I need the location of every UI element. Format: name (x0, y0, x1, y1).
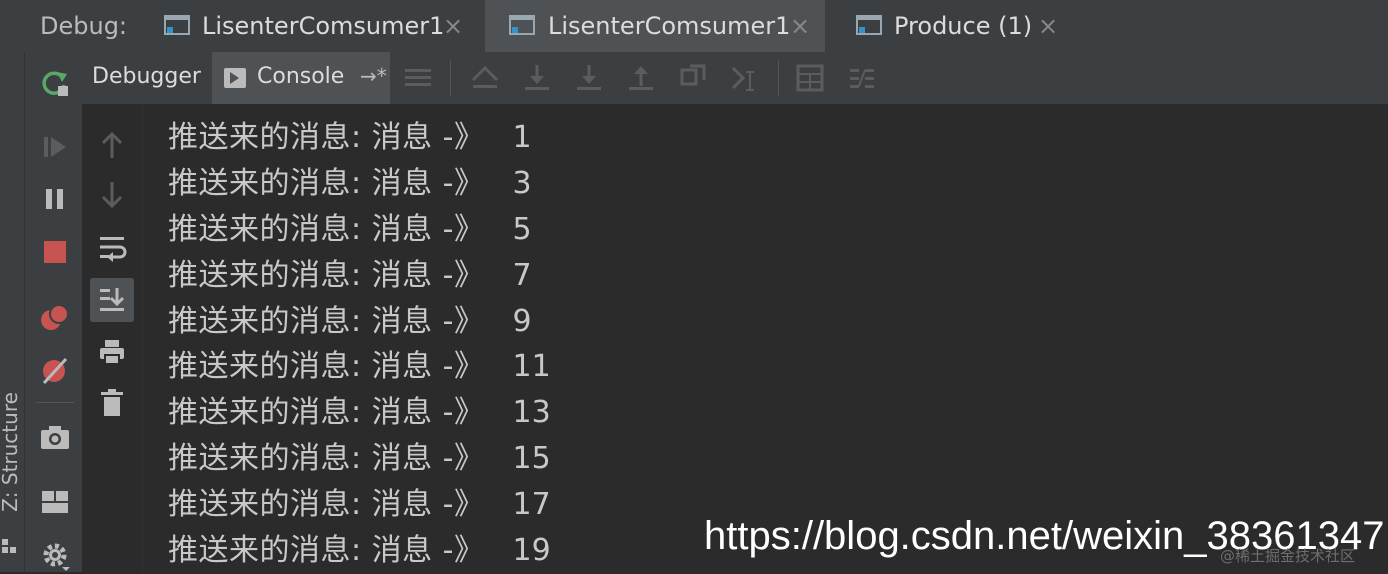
tab-lisenter-consumer-2[interactable]: LisenterComsumer1 × (485, 0, 825, 52)
stop-icon[interactable] (42, 239, 68, 265)
console-line: 推送来的消息: 消息 -》 17 (168, 482, 551, 528)
watermark-small: @稀土掘金技术社区 (1220, 547, 1356, 565)
camera-icon[interactable] (40, 424, 70, 450)
trash-icon[interactable] (100, 388, 124, 418)
console-line: 推送来的消息: 消息 -》 7 (168, 253, 551, 299)
layout-icon[interactable] (41, 490, 69, 514)
arrow-up-icon[interactable] (100, 130, 124, 160)
line-value: 11 (512, 349, 551, 385)
step-into-icon[interactable] (574, 62, 604, 92)
close-icon[interactable]: × (1038, 12, 1058, 40)
gear-icon[interactable] (40, 540, 72, 572)
console-tab-label: Console (257, 64, 345, 89)
drop-frame-icon[interactable] (678, 62, 708, 92)
line-prefix: 推送来的消息: 消息 -》 (168, 257, 485, 293)
line-value: 17 (512, 487, 551, 523)
console-window-icon (509, 15, 535, 35)
run-to-cursor-icon[interactable] (730, 62, 760, 92)
line-value: 13 (512, 395, 551, 431)
close-icon[interactable]: × (790, 12, 810, 40)
console-line: 推送来的消息: 消息 -》 1 (168, 115, 551, 161)
console-output[interactable]: 推送来的消息: 消息 -》 1 推送来的消息: 消息 -》 3 推送来的消息: 消息… (168, 115, 551, 574)
console-line: 推送来的消息: 消息 -》 5 (168, 207, 551, 253)
console-window-icon (164, 15, 190, 35)
line-prefix: 推送来的消息: 消息 -》 (168, 395, 485, 431)
pin-tab-icon[interactable]: →* (360, 64, 387, 88)
evaluate-expression-icon[interactable] (796, 64, 824, 92)
console-line: 推送来的消息: 消息 -》 11 (168, 344, 551, 390)
line-value: 5 (512, 211, 532, 247)
soft-wrap-icon[interactable] (98, 234, 128, 262)
tab-debugger[interactable]: Debugger (92, 64, 201, 89)
line-value: 15 (512, 441, 551, 477)
line-value: 9 (512, 303, 532, 339)
line-prefix: 推送来的消息: 消息 -》 (168, 165, 485, 201)
structure-icon[interactable] (2, 538, 16, 553)
tab-lisenter-consumer-1[interactable]: LisenterComsumer1 × (150, 0, 485, 52)
console-line: 推送来的消息: 消息 -》 3 (168, 161, 551, 207)
line-value: 3 (512, 165, 532, 201)
view-breakpoints-icon[interactable] (40, 304, 70, 332)
step-out-icon[interactable] (626, 62, 656, 92)
toolbar-separator (450, 60, 451, 96)
console-line: 推送来的消息: 消息 -》 9 (168, 299, 551, 345)
resume-icon[interactable] (42, 134, 68, 160)
line-value: 7 (512, 257, 532, 293)
line-value: 19 (512, 533, 551, 569)
line-prefix: 推送来的消息: 消息 -》 (168, 120, 485, 155)
show-execution-point-icon[interactable] (470, 62, 500, 92)
console-window-icon (856, 15, 882, 35)
line-prefix: 推送来的消息: 消息 -》 (168, 211, 485, 247)
line-prefix: 推送来的消息: 消息 -》 (168, 349, 485, 385)
scroll-to-end-icon (100, 288, 125, 311)
tab-label: LisenterComsumer1 (548, 12, 791, 40)
line-prefix: 推送来的消息: 消息 -》 (168, 487, 485, 523)
menu-lines-icon[interactable] (404, 66, 432, 90)
close-icon[interactable]: × (443, 12, 463, 40)
arrow-down-icon[interactable] (100, 180, 124, 210)
rerun-icon[interactable] (40, 68, 70, 98)
line-value: 1 (512, 120, 532, 155)
console-line: 推送来的消息: 消息 -》 13 (168, 390, 551, 436)
console-line: 推送来的消息: 消息 -》 19 (168, 528, 551, 574)
step-over-icon[interactable] (522, 62, 552, 92)
tab-produce[interactable]: Produce (1) × (830, 0, 1090, 52)
console-line: 推送来的消息: 消息 -》 15 (168, 436, 551, 482)
line-prefix: 推送来的消息: 消息 -》 (168, 533, 485, 569)
divider (36, 402, 74, 403)
pause-icon[interactable] (44, 187, 66, 211)
debug-label: Debug: (40, 12, 128, 40)
tab-label: Produce (1) (894, 12, 1033, 40)
structure-tool-label[interactable]: Z: Structure (0, 392, 22, 512)
toolbar-separator (778, 60, 779, 96)
line-prefix: 推送来的消息: 消息 -》 (168, 441, 485, 477)
tab-label: LisenterComsumer1 (202, 12, 445, 40)
console-icon (224, 68, 246, 88)
trace-stream-icon[interactable] (848, 64, 876, 92)
mute-breakpoints-icon[interactable] (40, 356, 70, 386)
print-icon[interactable] (98, 338, 126, 366)
line-prefix: 推送来的消息: 消息 -》 (168, 303, 485, 339)
